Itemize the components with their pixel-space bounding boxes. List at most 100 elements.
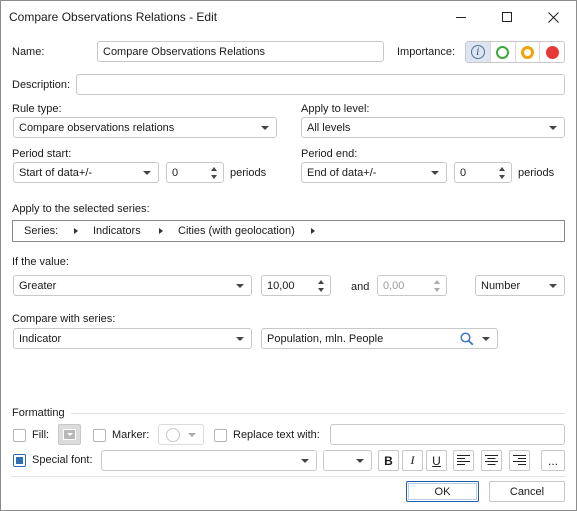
window-title: Compare Observations Relations - Edit <box>9 10 218 24</box>
spin-up-icon <box>434 280 440 284</box>
value-type-value: Number <box>481 280 521 292</box>
chevron-down-icon <box>236 284 244 288</box>
align-center-button[interactable] <box>481 450 502 471</box>
value1-input[interactable]: 10,00 <box>261 275 331 296</box>
period-start-offset[interactable]: 0 <box>166 162 224 183</box>
marker-circle-icon <box>166 428 180 442</box>
chevron-down-icon <box>236 337 244 341</box>
period-end-unit: periods <box>518 167 555 179</box>
fill-color-button[interactable] <box>58 424 81 445</box>
if-value-label: If the value: <box>12 256 69 268</box>
fill-label: Fill: <box>32 429 50 441</box>
formatting-divider <box>71 413 565 414</box>
importance-medium-button[interactable] <box>516 42 541 62</box>
period-end-offset[interactable]: 0 <box>454 162 512 183</box>
close-button[interactable] <box>530 1 576 33</box>
name-input[interactable]: Compare Observations Relations <box>97 41 384 62</box>
replace-text-label: Replace text with: <box>233 429 320 441</box>
description-label: Description: <box>12 79 71 91</box>
condition-select[interactable]: Greater <box>13 275 252 296</box>
font-size-select[interactable] <box>323 450 372 471</box>
series-label: Apply to the selected series: <box>12 203 150 215</box>
period-start-select[interactable]: Start of data+/- <box>13 162 159 183</box>
chevron-down-icon <box>261 126 269 130</box>
ok-button[interactable]: OK <box>406 481 479 502</box>
chevron-down-icon <box>67 433 73 436</box>
cancel-label: Cancel <box>509 485 545 498</box>
rule-type-select[interactable]: Compare observations relations <box>13 117 277 138</box>
compare-element-select[interactable]: Population, mln. People <box>261 328 498 349</box>
info-icon: i <box>470 45 485 59</box>
bold-icon: B <box>384 453 393 468</box>
replace-text-checkbox[interactable] <box>214 429 227 442</box>
marker-select[interactable] <box>158 424 204 445</box>
compare-element-value: Population, mln. People <box>267 333 384 345</box>
cancel-button[interactable]: Cancel <box>489 481 565 502</box>
name-value: Compare Observations Relations <box>103 46 266 58</box>
description-input[interactable] <box>76 74 565 95</box>
special-font-label: Special font: <box>32 454 93 466</box>
italic-button[interactable]: I <box>402 450 423 471</box>
font-family-select[interactable] <box>101 450 317 471</box>
marker-label: Marker: <box>112 429 150 441</box>
minimize-button[interactable] <box>438 1 484 33</box>
period-start-unit: periods <box>230 167 267 179</box>
spin-down-icon[interactable] <box>318 288 324 292</box>
maximize-button[interactable] <box>484 1 530 33</box>
spin-up-icon[interactable] <box>499 167 505 171</box>
breadcrumb-series[interactable]: Series: <box>24 225 58 237</box>
chevron-right-icon[interactable] <box>311 228 315 234</box>
spin-up-icon[interactable] <box>318 280 324 284</box>
chevron-right-icon[interactable] <box>159 228 163 234</box>
close-icon <box>547 11 559 23</box>
name-label: Name: <box>12 46 45 58</box>
condition-value: Greater <box>19 280 57 292</box>
importance-info-button[interactable]: i <box>466 42 491 62</box>
breadcrumb-indicators[interactable]: Indicators <box>93 225 141 237</box>
fill-checkbox[interactable] <box>13 429 26 442</box>
period-end-select[interactable]: End of data+/- <box>301 162 447 183</box>
minimize-icon <box>456 16 466 18</box>
importance-label: Importance: <box>397 46 456 58</box>
spin-down-icon[interactable] <box>499 175 505 179</box>
ok-label: OK <box>434 485 451 498</box>
maximize-icon <box>502 12 512 22</box>
importance-low-button[interactable] <box>491 42 516 62</box>
edit-dialog: Compare Observations Relations - Edit Na… <box>0 0 577 511</box>
series-breadcrumb: Series: Indicators Cities (with geolocat… <box>12 220 565 242</box>
underline-icon: U <box>432 453 441 468</box>
align-center-icon <box>485 455 498 465</box>
apply-level-label: Apply to level: <box>301 103 370 115</box>
marker-checkbox[interactable] <box>93 429 106 442</box>
period-end-value: End of data+/- <box>307 167 377 179</box>
value1-value: 10,00 <box>267 280 295 292</box>
search-icon[interactable] <box>460 332 474 346</box>
breadcrumb-cities[interactable]: Cities (with geolocation) <box>178 225 295 237</box>
special-font-checkbox[interactable] <box>13 454 26 467</box>
more-font-options-button[interactable]: ... <box>541 450 565 471</box>
replace-text-input[interactable] <box>330 424 565 445</box>
chevron-down-icon[interactable] <box>482 337 490 341</box>
importance-high-button[interactable] <box>540 42 564 62</box>
chevron-right-icon[interactable] <box>74 228 78 234</box>
compare-label: Compare with series: <box>12 313 116 325</box>
red-circle-icon <box>545 45 559 59</box>
spin-up-icon[interactable] <box>211 167 217 171</box>
underline-button[interactable]: U <box>426 450 447 471</box>
period-start-value: Start of data+/- <box>19 167 93 179</box>
value2-input[interactable]: 0,00 <box>377 275 447 296</box>
period-start-label: Period start: <box>12 148 72 160</box>
compare-dimension-select[interactable]: Indicator <box>13 328 252 349</box>
apply-level-select[interactable]: All levels <box>301 117 565 138</box>
bold-button[interactable]: B <box>378 450 399 471</box>
title-bar: Compare Observations Relations - Edit <box>1 1 576 33</box>
align-left-button[interactable] <box>453 450 474 471</box>
align-right-button[interactable] <box>509 450 530 471</box>
align-right-icon <box>513 455 526 465</box>
chevron-down-icon <box>549 284 557 288</box>
spin-down-icon[interactable] <box>211 175 217 179</box>
value-type-select[interactable]: Number <box>475 275 565 296</box>
chevron-down-icon <box>549 126 557 130</box>
chevron-down-icon <box>356 459 364 463</box>
spin-down-icon <box>434 288 440 292</box>
